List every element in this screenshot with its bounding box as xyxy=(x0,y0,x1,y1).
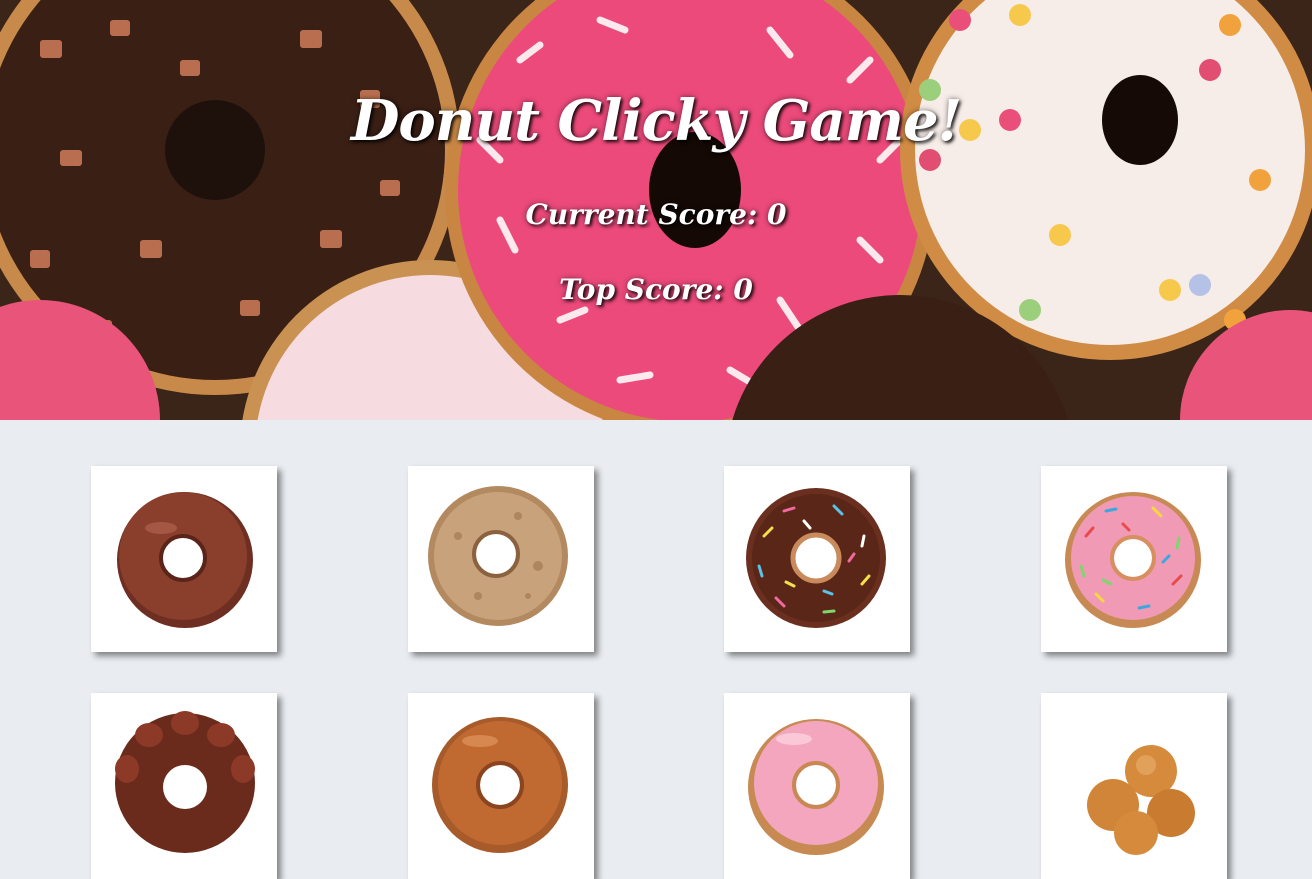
caramel-glazed-donut-image xyxy=(432,717,568,853)
current-score: Current Score: 0 xyxy=(525,198,787,231)
donut-card-4[interactable] xyxy=(1041,466,1227,652)
pink-sprinkle-donut-image xyxy=(1065,492,1201,628)
chocolate-sprinkle-donut-image xyxy=(746,488,886,628)
donut-card-1[interactable] xyxy=(91,466,277,652)
header-banner: Donut Clicky Game! Current Score: 0 Top … xyxy=(0,0,1312,420)
donut-card-7[interactable] xyxy=(724,693,910,879)
donut-card-2[interactable] xyxy=(408,466,594,652)
chocolate-glazed-donut-image xyxy=(117,492,253,628)
donut-grid xyxy=(0,420,1312,879)
donut-card-6[interactable] xyxy=(408,693,594,879)
glazed-cake-donut-image xyxy=(428,486,568,626)
donut-card-3[interactable] xyxy=(724,466,910,652)
donut-card-8[interactable] xyxy=(1041,693,1227,879)
donut-card-5[interactable] xyxy=(91,693,277,879)
top-score: Top Score: 0 xyxy=(559,273,753,306)
chocolate-cruller-donut-image xyxy=(115,711,255,853)
pink-frosted-donut-image xyxy=(748,719,884,855)
donut-holes-image xyxy=(1087,745,1195,855)
page-title: Donut Clicky Game! xyxy=(350,88,962,154)
